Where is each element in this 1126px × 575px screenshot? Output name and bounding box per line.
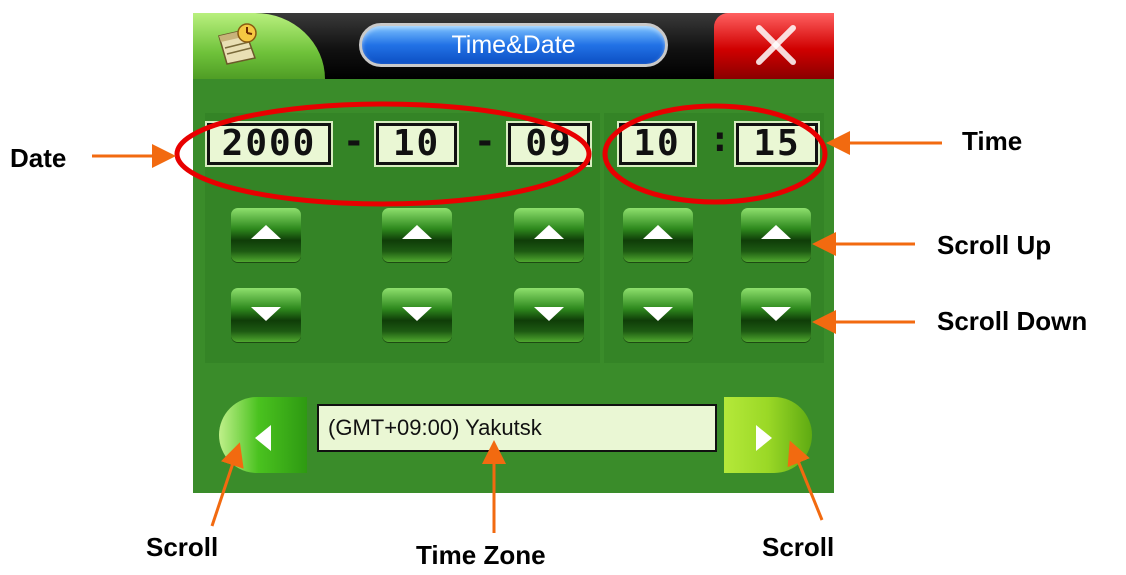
date-highlight-ellipse: [174, 101, 592, 207]
scroll-down-annotation: Scroll Down: [937, 306, 1088, 336]
time-annotation: Time: [962, 126, 1023, 156]
annotation-overlay: [92, 101, 942, 533]
date-annotation: Date: [10, 143, 67, 173]
scroll-up-annotation: Scroll Up: [937, 230, 1052, 260]
scroll-left-arrow: [210, 442, 244, 527]
scroll-right-annotation: Scroll: [762, 532, 835, 562]
time-highlight-ellipse: [602, 103, 828, 205]
scroll-right-arrow: [787, 440, 824, 521]
scroll-left-annotation: Scroll: [146, 532, 219, 562]
time-zone-annotation: Time Zone: [416, 540, 546, 570]
